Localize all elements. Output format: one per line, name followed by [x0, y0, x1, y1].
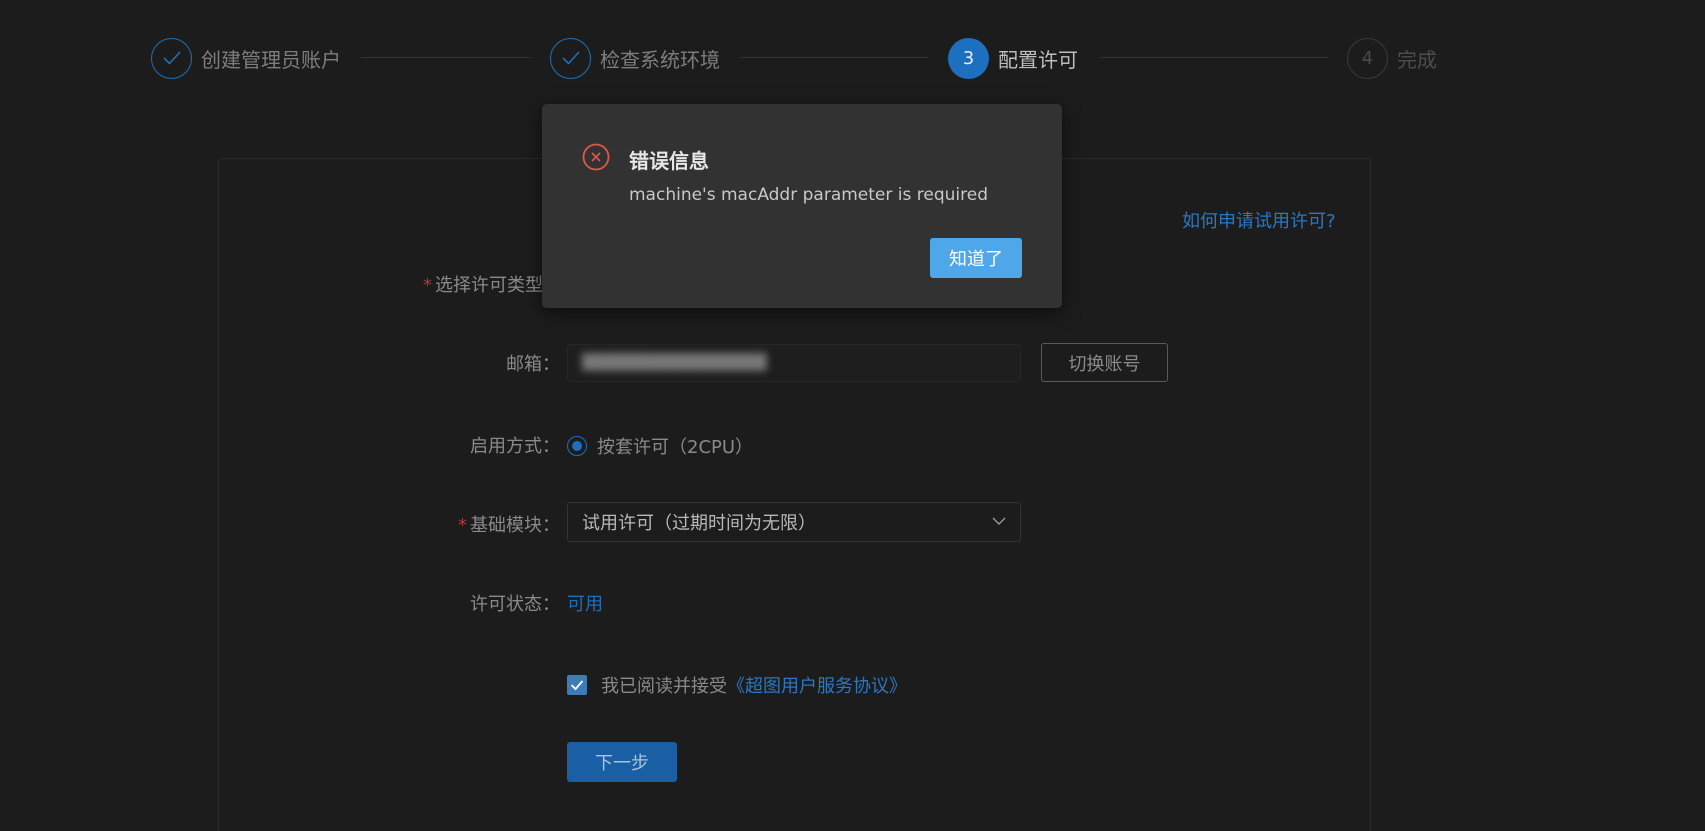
base-module-label: * 基础模块：: [458, 515, 560, 536]
switch-account-button[interactable]: 切换账号: [1041, 343, 1168, 382]
agreement-row: 我已阅读并接受 《超图用户服务协议》: [567, 672, 907, 698]
enable-mode-label: 启用方式：: [470, 436, 560, 457]
email-label: 邮箱：: [506, 354, 560, 375]
next-step-button[interactable]: 下一步: [567, 742, 677, 782]
license-status-label: 许可状态：: [470, 594, 560, 615]
check-icon: [570, 680, 584, 691]
license-type-label: * 选择许可类型: [423, 275, 543, 296]
step-create-admin: 创建管理员账户: [151, 37, 341, 79]
dialog-message: machine's macAddr parameter is required: [629, 185, 988, 205]
step-divider: [740, 57, 928, 58]
step-label: 创建管理员账户: [201, 47, 341, 72]
step-finish: 4 完成: [1347, 37, 1437, 79]
dialog-title: 错误信息: [629, 149, 709, 173]
error-circle-icon: [582, 143, 610, 171]
enable-mode-value: 按套许可（2CPU）: [597, 437, 754, 458]
step-config-license: 3 配置许可: [948, 37, 1078, 79]
radio-selected-icon[interactable]: [567, 436, 587, 456]
progress-steps: 创建管理员账户 检查系统环境 3 配置许可 4 完成: [0, 0, 1705, 116]
step-check-icon: [151, 37, 192, 79]
chevron-down-icon: [992, 517, 1006, 525]
step-label: 配置许可: [998, 47, 1078, 72]
agreement-text: 我已阅读并接受: [601, 676, 727, 697]
step-divider: [1100, 57, 1328, 58]
required-mark: *: [423, 275, 432, 296]
got-it-button[interactable]: 知道了: [930, 238, 1022, 278]
service-agreement-link[interactable]: 《超图用户服务协议》: [727, 672, 907, 698]
step-label: 完成: [1397, 47, 1437, 72]
email-field[interactable]: ████████████████: [567, 344, 1021, 382]
base-module-select[interactable]: 试用许可（过期时间为无限）: [567, 502, 1021, 542]
step-divider: [361, 57, 531, 58]
base-module-value: 试用许可（过期时间为无限）: [582, 513, 816, 534]
step-label: 检查系统环境: [600, 47, 720, 72]
license-status-value: 可用: [567, 594, 603, 615]
step-check-env: 检查系统环境: [550, 37, 720, 79]
step-check-icon: [550, 37, 591, 79]
step-number: 4: [1347, 37, 1388, 79]
enable-mode-radio[interactable]: 按套许可（2CPU）: [567, 433, 753, 459]
apply-trial-license-link[interactable]: 如何申请试用许可?: [1182, 207, 1336, 233]
required-mark: *: [458, 515, 467, 536]
step-number: 3: [948, 37, 989, 79]
error-dialog: 错误信息 machine's macAddr parameter is requ…: [542, 104, 1062, 308]
agreement-checkbox[interactable]: [567, 675, 587, 695]
email-value-redacted: ████████████████: [582, 353, 767, 371]
